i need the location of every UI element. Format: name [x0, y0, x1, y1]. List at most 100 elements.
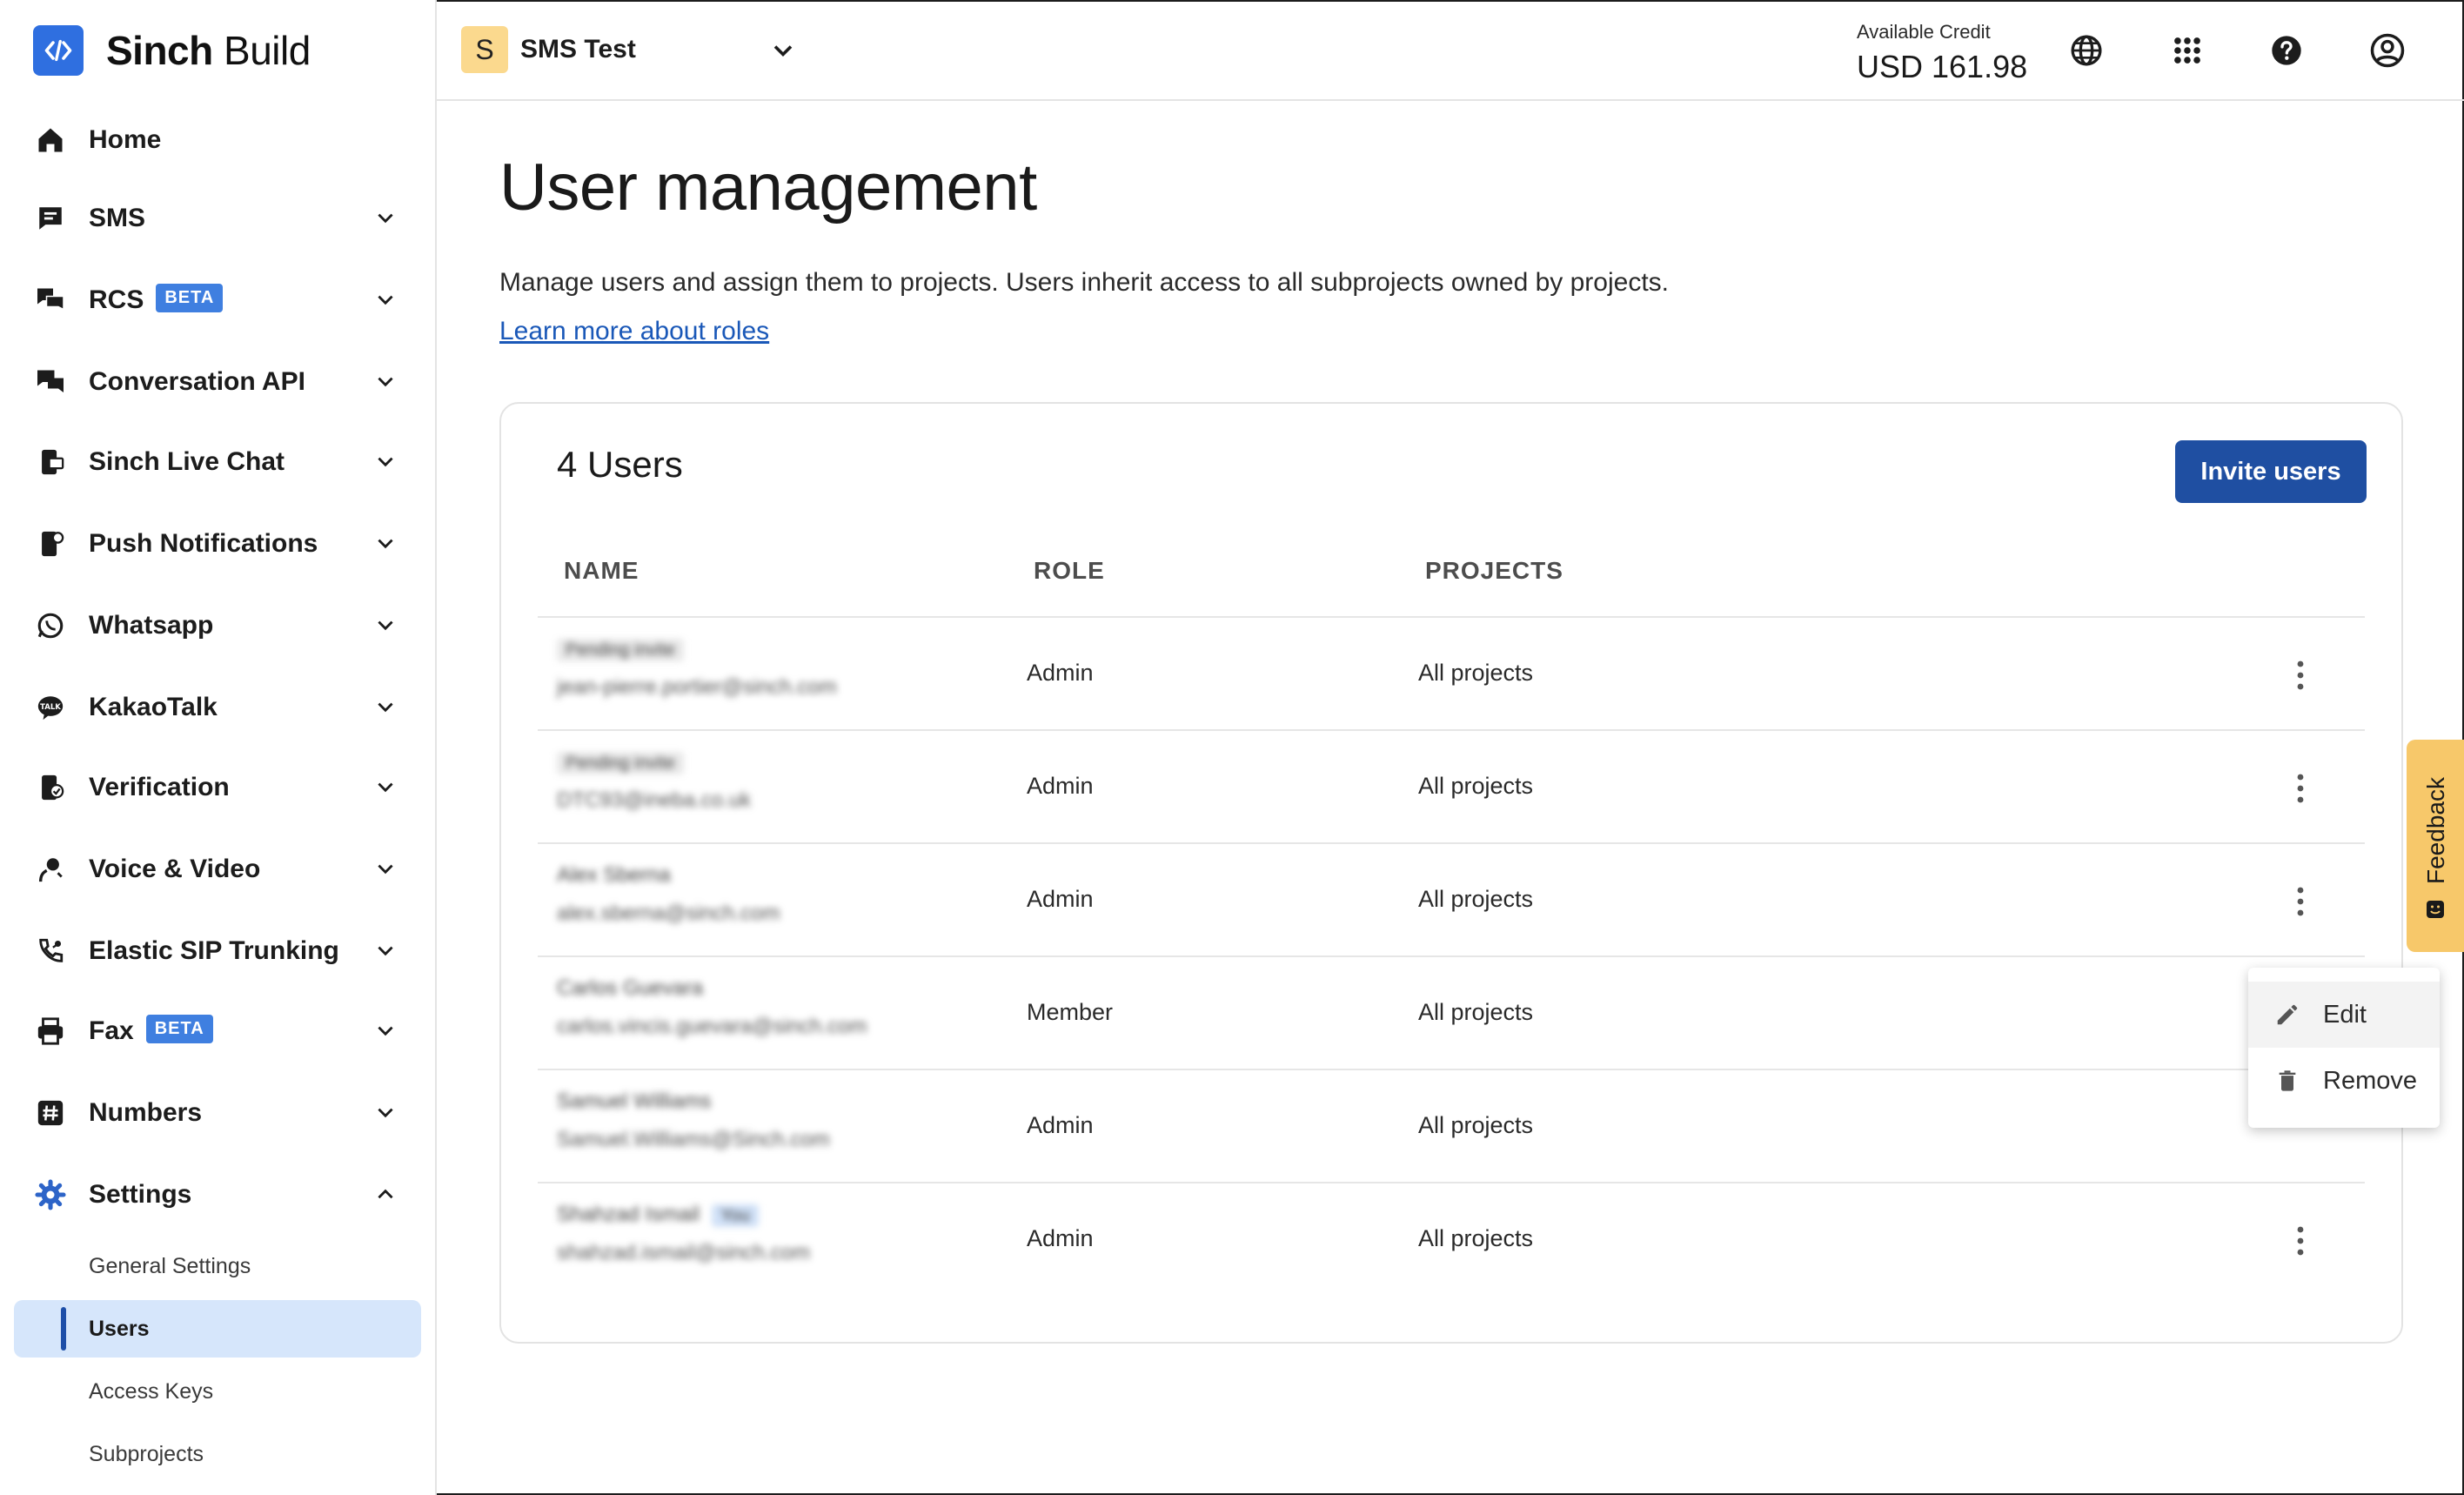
- row-action-menu: Edit Remove: [2248, 968, 2440, 1128]
- sidebar-item-settings[interactable]: Settings: [0, 1164, 435, 1225]
- sidebar-item-fax[interactable]: Fax BETA: [0, 1001, 435, 1062]
- user-email: Samuel.Williams@Sinch.com: [557, 1128, 830, 1151]
- home-icon: [33, 123, 68, 158]
- verification-icon: [33, 770, 68, 805]
- sidebar-item-verification[interactable]: Verification: [0, 757, 435, 818]
- users-card: 4 Users Invite users NAME ROLE PROJECTS …: [499, 402, 2403, 1344]
- user-email: DTC93@ineba.co.uk: [557, 788, 752, 812]
- user-email: jean-pierre.portier@sinch.com: [557, 675, 837, 699]
- chevron-down-icon[interactable]: [371, 855, 400, 884]
- more-options-icon[interactable]: [2283, 768, 2318, 809]
- user-email: alex.sberna@sinch.com: [557, 902, 780, 925]
- user-projects: All projects: [1418, 1112, 1534, 1138]
- globe-icon[interactable]: [2066, 30, 2107, 71]
- sidebar-subitem-general-settings[interactable]: General Settings: [0, 1237, 435, 1295]
- user-name: Pending invite: [557, 750, 684, 774]
- sidebar-item-elastic-sip-trunking[interactable]: Elastic SIP Trunking: [0, 921, 435, 982]
- user-projects: All projects: [1418, 660, 1534, 686]
- chevron-down-icon[interactable]: [371, 693, 400, 722]
- user-name: Alex Sberna: [557, 863, 671, 887]
- apps-grid-icon[interactable]: [2166, 30, 2208, 71]
- sip-icon: [33, 934, 68, 969]
- help-icon[interactable]: [2266, 30, 2307, 71]
- menu-item-label: Edit: [2323, 1000, 2367, 1029]
- sidebar-subitem-label: Users: [89, 1316, 150, 1341]
- sidebar-item-conversation-api[interactable]: Conversation API: [0, 352, 435, 412]
- user-email: carlos.vincis.guevara@sinch.com: [557, 1015, 867, 1038]
- user-name: Samuel Williams: [557, 1089, 712, 1113]
- page-title: User management: [499, 151, 1037, 225]
- user-role: Admin: [1027, 773, 1094, 799]
- sidebar-item-label: SMS: [89, 204, 146, 232]
- page-description: Manage users and assign them to projects…: [499, 268, 1669, 297]
- sidebar-item-label: Voice & Video: [89, 855, 261, 883]
- sidebar-item-home[interactable]: Home: [0, 110, 435, 171]
- sidebar-item-label: Fax BETA: [89, 1015, 213, 1047]
- table-row[interactable]: Carlos Guevara carlos.vincis.guevara@sin…: [501, 957, 2403, 1070]
- learn-more-link[interactable]: Learn more about roles: [499, 317, 769, 346]
- chevron-down-icon[interactable]: [371, 529, 400, 559]
- chevron-down-icon[interactable]: [371, 285, 400, 315]
- chevron-down-icon[interactable]: [371, 611, 400, 640]
- sidebar-item-sms[interactable]: SMS: [0, 188, 435, 249]
- menu-item-remove[interactable]: Remove: [2248, 1048, 2440, 1114]
- pencil-icon: [2273, 1000, 2302, 1029]
- sidebar-subitem-label: Subprojects: [89, 1441, 204, 1466]
- sidebar-item-voice-video[interactable]: Voice & Video: [0, 839, 435, 900]
- column-header-name[interactable]: NAME: [564, 557, 639, 585]
- user-name: Shahzad Ismail You: [557, 1203, 759, 1227]
- project-avatar[interactable]: S: [461, 26, 508, 73]
- brand[interactable]: Sinch Build: [33, 24, 311, 77]
- table-row[interactable]: Shahzad Ismail You shahzad.ismail@sinch.c…: [501, 1183, 2403, 1297]
- chevron-down-icon[interactable]: [767, 35, 799, 66]
- table-row[interactable]: Pending invite jean-pierre.portier@sinch…: [501, 618, 2403, 731]
- chevron-down-icon[interactable]: [371, 447, 400, 477]
- user-projects: All projects: [1418, 773, 1534, 799]
- user-projects: All projects: [1418, 999, 1534, 1025]
- table-row[interactable]: Pending invite DTC93@ineba.co.uk Admin A…: [501, 731, 2403, 844]
- smiley-icon: [2422, 896, 2448, 922]
- sidebar-item-label: Whatsapp: [89, 611, 214, 640]
- table-row[interactable]: Alex Sberna alex.sberna@sinch.com Admin …: [501, 844, 2403, 957]
- sidebar-item-kakaotalk[interactable]: TALK KakaoTalk: [0, 677, 435, 738]
- chevron-up-icon[interactable]: [371, 1180, 400, 1210]
- sidebar-subitem-users[interactable]: Users: [14, 1300, 421, 1358]
- sidebar-item-label: Home: [89, 125, 162, 154]
- kakaotalk-icon: TALK: [33, 690, 68, 725]
- feedback-label: Feedback: [2422, 777, 2449, 885]
- voice-icon: [33, 852, 68, 887]
- feedback-tab[interactable]: Feedback: [2407, 740, 2464, 952]
- sidebar-subitem-label: Access Keys: [89, 1378, 214, 1404]
- user-role: Member: [1027, 999, 1114, 1025]
- menu-item-edit[interactable]: Edit: [2248, 982, 2440, 1048]
- sidebar-item-rcs[interactable]: RCS BETA: [0, 270, 435, 331]
- svg-text:TALK: TALK: [40, 703, 61, 712]
- sidebar-item-label: KakaoTalk: [89, 693, 218, 721]
- more-options-icon[interactable]: [2283, 1220, 2318, 1262]
- chevron-down-icon[interactable]: [371, 367, 400, 397]
- credit-label: Available Credit: [1857, 21, 1991, 43]
- sidebar-subitem-subprojects[interactable]: Subprojects: [0, 1425, 435, 1483]
- chevron-down-icon[interactable]: [371, 1016, 400, 1046]
- chevron-down-icon[interactable]: [371, 773, 400, 802]
- more-options-icon[interactable]: [2283, 881, 2318, 922]
- sidebar-subitem-access-keys[interactable]: Access Keys: [0, 1363, 435, 1420]
- account-icon[interactable]: [2367, 30, 2408, 71]
- sidebar-item-numbers[interactable]: Numbers: [0, 1083, 435, 1143]
- sidebar-item-whatsapp[interactable]: Whatsapp: [0, 595, 435, 656]
- invite-users-button[interactable]: Invite users: [2175, 440, 2367, 503]
- column-header-role[interactable]: ROLE: [1034, 557, 1105, 585]
- chevron-down-icon[interactable]: [371, 1098, 400, 1128]
- fax-icon: [33, 1014, 68, 1049]
- project-name[interactable]: SMS Test: [520, 35, 636, 64]
- chevron-down-icon[interactable]: [371, 204, 400, 233]
- gear-icon: [33, 1177, 68, 1212]
- table-row[interactable]: Samuel Williams Samuel.Williams@Sinch.co…: [501, 1070, 2403, 1183]
- sidebar-item-sinch-live-chat[interactable]: Sinch Live Chat: [0, 432, 435, 493]
- users-count: 4 Users: [557, 444, 683, 485]
- chevron-down-icon[interactable]: [371, 936, 400, 966]
- sidebar-item-push-notifications[interactable]: Push Notifications: [0, 513, 435, 574]
- live-chat-icon: [33, 445, 68, 479]
- sidebar-subitem-label: General Settings: [89, 1253, 251, 1278]
- more-options-icon[interactable]: [2283, 654, 2318, 696]
